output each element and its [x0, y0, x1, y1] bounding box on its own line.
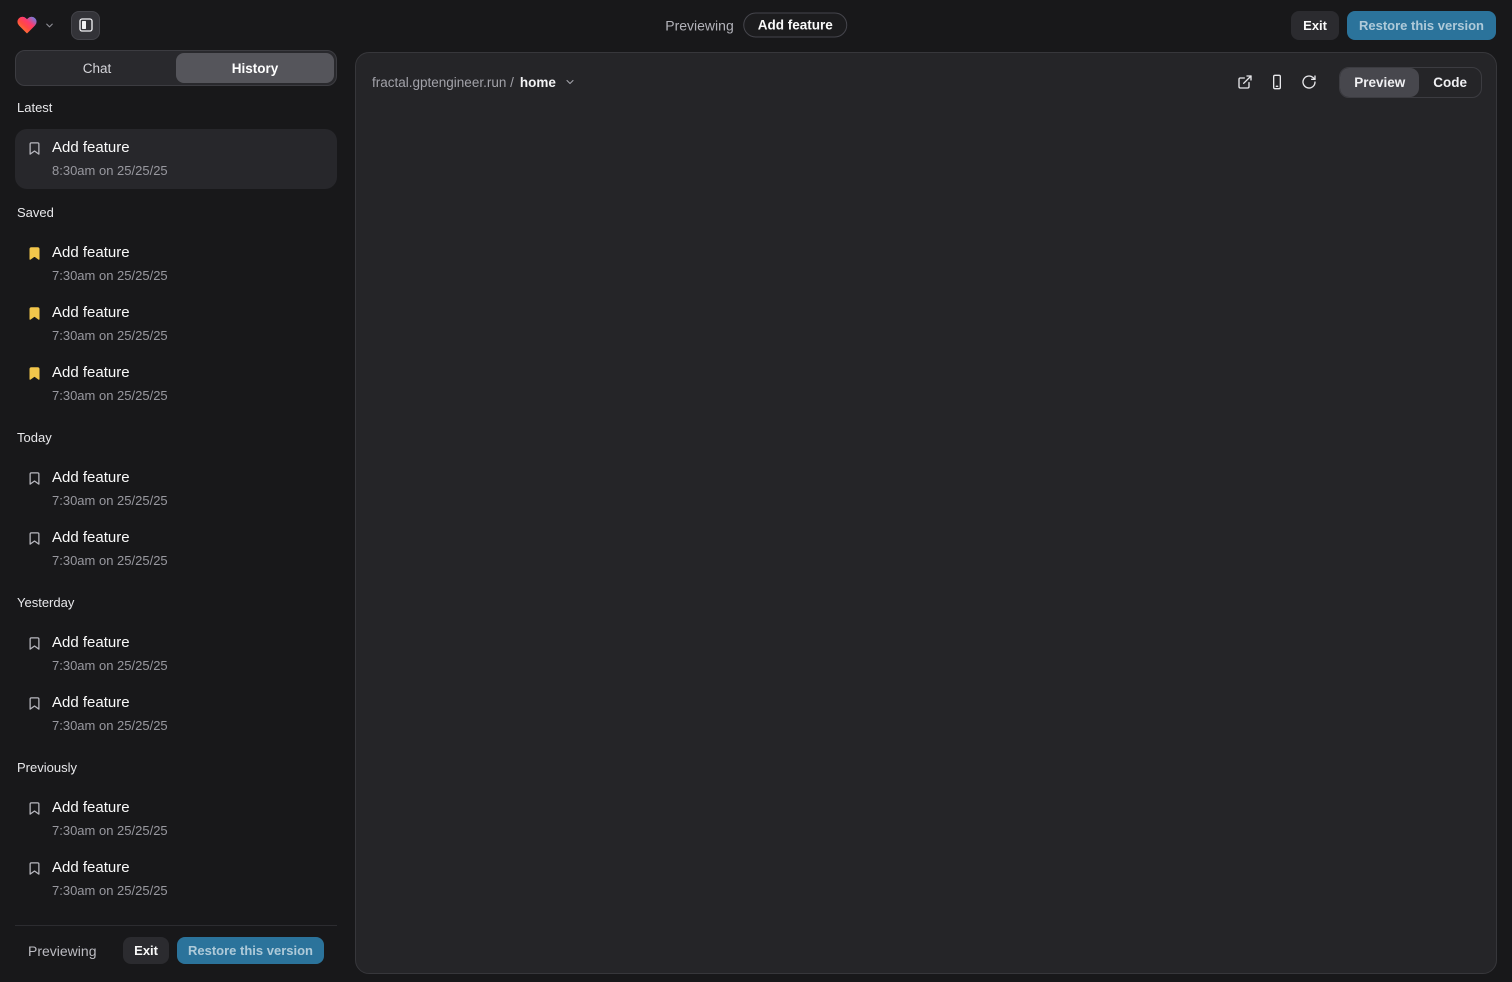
- history-item-timestamp: 7:30am on 25/25/25: [52, 881, 168, 901]
- history-item-timestamp: 7:30am on 25/25/25: [52, 266, 168, 286]
- history-item-timestamp: 7:30am on 25/25/25: [52, 386, 168, 406]
- sidebar-toggle-button[interactable]: [71, 11, 100, 40]
- history-item-title: Add feature: [52, 692, 168, 714]
- toggle-code[interactable]: Code: [1419, 68, 1481, 97]
- bookmark-filled-icon: [27, 306, 42, 321]
- footer-exit-button[interactable]: Exit: [123, 937, 169, 964]
- history-item[interactable]: Add feature 7:30am on 25/25/25: [15, 234, 337, 294]
- topbar-left-group: [16, 11, 100, 40]
- history-item-title: Add feature: [52, 527, 168, 549]
- history-section: Latest Add feature 8:30am on 25/25/25: [15, 100, 337, 189]
- preview-code-toggle: Preview Code: [1339, 67, 1482, 98]
- history-item[interactable]: Add feature 7:30am on 25/25/25: [15, 684, 337, 744]
- bookmark-icon: [27, 801, 42, 816]
- history-item-title: Add feature: [52, 362, 168, 384]
- topbar: Previewing Add feature Exit Restore this…: [0, 0, 1512, 50]
- history-section-title: Previously: [17, 760, 335, 775]
- previewing-label: Previewing: [665, 17, 733, 33]
- history-item-timestamp: 7:30am on 25/25/25: [52, 656, 168, 676]
- history-item-title: Add feature: [52, 137, 168, 159]
- history-item-timestamp: 7:30am on 25/25/25: [52, 716, 168, 736]
- history-item-title: Add feature: [52, 797, 168, 819]
- history-item-title: Add feature: [52, 242, 168, 264]
- preview-url-prefix: fractal.gptengineer.run /: [372, 75, 514, 90]
- restore-version-button[interactable]: Restore this version: [1347, 11, 1496, 40]
- topbar-center-group: Previewing Add feature: [665, 13, 847, 38]
- history-section: Yesterday Add feature 7:30am on 25/25/25…: [15, 595, 337, 744]
- footer-previewing-label: Previewing: [28, 943, 96, 959]
- topbar-right-group: Exit Restore this version: [1291, 11, 1496, 40]
- bookmark-icon: [27, 861, 42, 876]
- history-section-title: Yesterday: [17, 595, 335, 610]
- tab-chat[interactable]: Chat: [18, 53, 176, 83]
- workspace-menu-chevron-down-icon[interactable]: [44, 20, 55, 31]
- open-in-new-tab-button[interactable]: [1231, 68, 1259, 96]
- history-section-title: Latest: [17, 100, 335, 115]
- preview-content: [356, 103, 1496, 973]
- history-section: Saved Add feature 7:30am on 25/25/25 Add…: [15, 205, 337, 414]
- history-item[interactable]: Add feature 7:30am on 25/25/25: [15, 294, 337, 354]
- history-section-title: Saved: [17, 205, 335, 220]
- history-list: Latest Add feature 8:30am on 25/25/25 Sa…: [15, 92, 337, 925]
- sidebar-footer: Previewing Exit Restore this version: [15, 925, 337, 975]
- history-item[interactable]: Add feature 8:30am on 25/25/25: [15, 129, 337, 189]
- history-item-timestamp: 8:30am on 25/25/25: [52, 161, 168, 181]
- history-item-timestamp: 7:30am on 25/25/25: [52, 491, 168, 511]
- mobile-view-button[interactable]: [1263, 68, 1291, 96]
- history-item[interactable]: Add feature 7:30am on 25/25/25: [15, 459, 337, 519]
- history-sidebar: Chat History Latest Add feature 8:30am o…: [15, 50, 337, 975]
- preview-panel: fractal.gptengineer.run / home: [355, 52, 1497, 974]
- history-item-timestamp: 7:30am on 25/25/25: [52, 326, 168, 346]
- history-section-title: Today: [17, 430, 335, 445]
- history-item-title: Add feature: [52, 467, 168, 489]
- open-in-new-icon: [1237, 74, 1253, 90]
- tab-history[interactable]: History: [176, 53, 334, 83]
- version-name-badge: Add feature: [744, 13, 847, 38]
- bookmark-filled-icon: [27, 366, 42, 381]
- footer-restore-version-button[interactable]: Restore this version: [177, 937, 324, 964]
- lovable-heart-logo-icon: [16, 14, 38, 36]
- panel-left-icon: [78, 17, 94, 33]
- history-item-timestamp: 7:30am on 25/25/25: [52, 821, 168, 841]
- bookmark-icon: [27, 141, 42, 156]
- preview-header-actions: Preview Code: [1231, 67, 1482, 98]
- preview-panel-header: fractal.gptengineer.run / home: [356, 61, 1496, 103]
- history-item-title: Add feature: [52, 632, 168, 654]
- toggle-preview[interactable]: Preview: [1340, 68, 1419, 97]
- bookmark-icon: [27, 471, 42, 486]
- history-item-title: Add feature: [52, 857, 168, 879]
- mobile-icon: [1269, 74, 1285, 90]
- bookmark-icon: [27, 531, 42, 546]
- preview-url-page: home: [520, 75, 556, 90]
- history-item-timestamp: 7:30am on 25/25/25: [52, 551, 168, 571]
- history-item[interactable]: Add feature 7:30am on 25/25/25: [15, 519, 337, 579]
- history-item-title: Add feature: [52, 302, 168, 324]
- bookmark-filled-icon: [27, 246, 42, 261]
- history-item[interactable]: Add feature 7:30am on 25/25/25: [15, 789, 337, 849]
- history-item[interactable]: Add feature 7:30am on 25/25/25: [15, 624, 337, 684]
- bookmark-icon: [27, 696, 42, 711]
- bookmark-icon: [27, 636, 42, 651]
- refresh-icon: [1301, 74, 1317, 90]
- url-chevron-down-icon: [564, 76, 576, 88]
- history-item[interactable]: Add feature 7:30am on 25/25/25: [15, 849, 337, 909]
- refresh-button[interactable]: [1295, 68, 1323, 96]
- preview-url-dropdown[interactable]: fractal.gptengineer.run / home: [372, 75, 576, 90]
- history-section: Today Add feature 7:30am on 25/25/25 Add…: [15, 430, 337, 579]
- history-item[interactable]: Add feature 7:30am on 25/25/25: [15, 354, 337, 414]
- exit-button[interactable]: Exit: [1291, 11, 1339, 40]
- chat-history-tabs: Chat History: [15, 50, 337, 86]
- history-section: Previously Add feature 7:30am on 25/25/2…: [15, 760, 337, 909]
